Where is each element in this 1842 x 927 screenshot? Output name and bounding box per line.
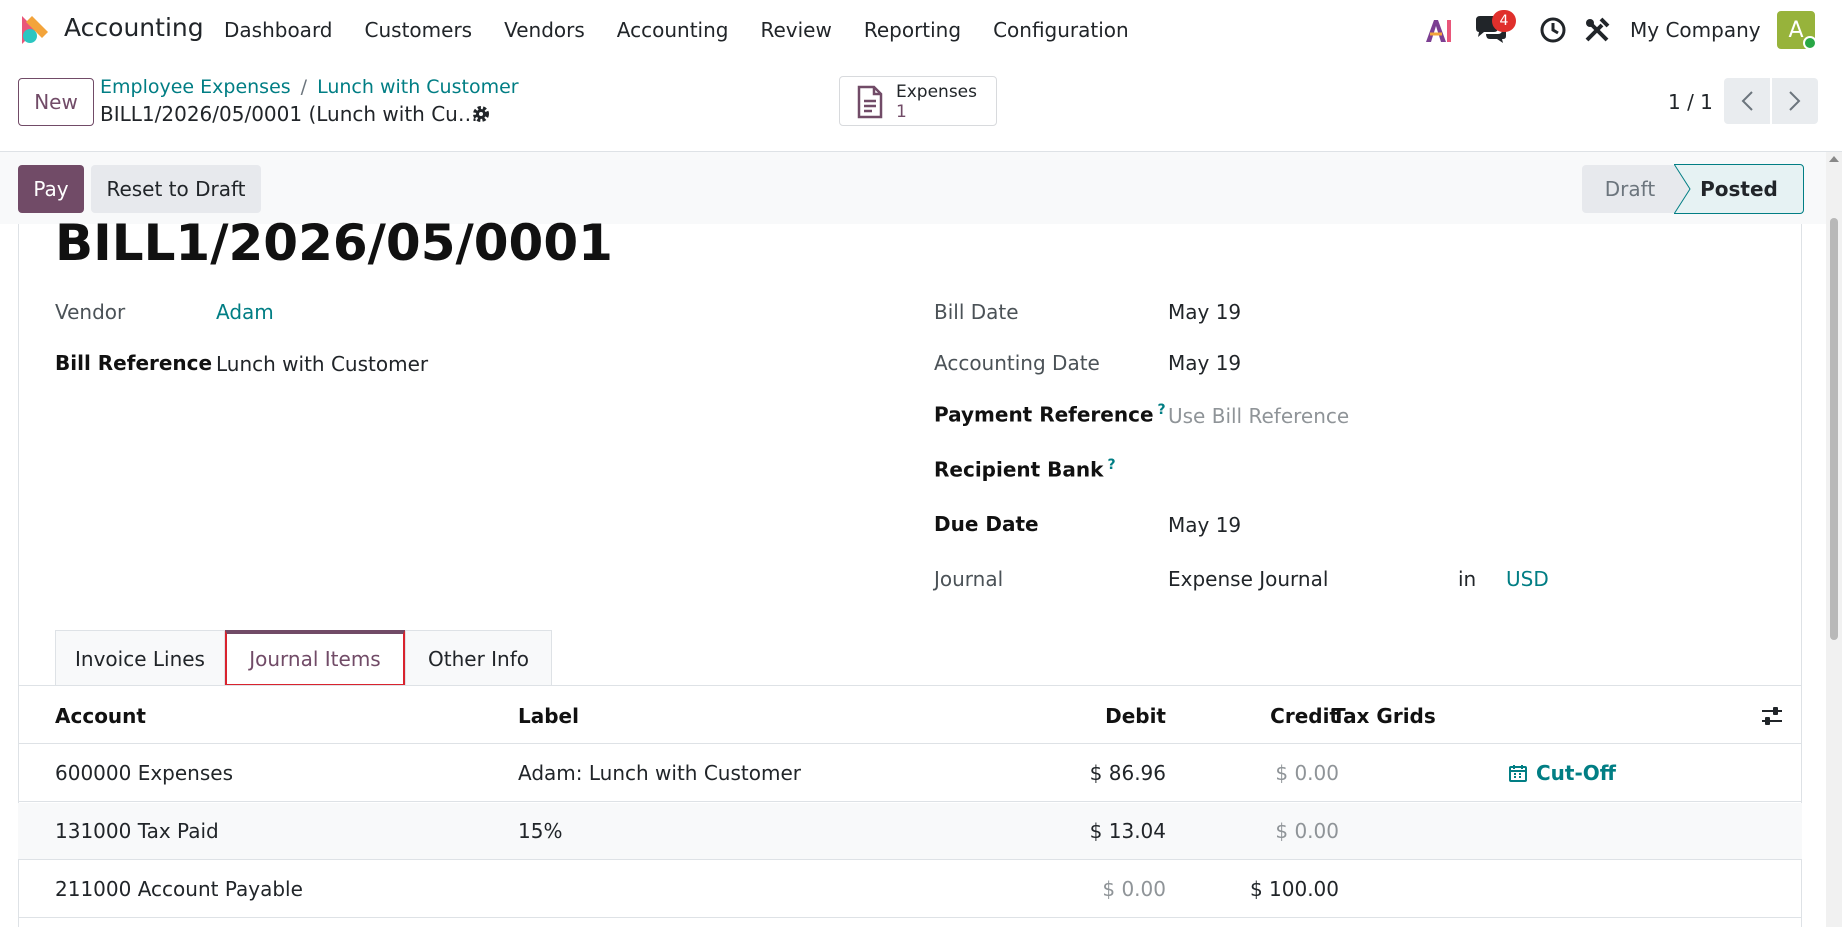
column-label[interactable]: Label — [518, 704, 579, 728]
document-icon — [857, 85, 883, 119]
sliders-icon[interactable] — [1760, 706, 1784, 726]
main-menu: Dashboard Customers Vendors Accounting R… — [224, 18, 1161, 42]
vendor-label: Vendor — [55, 300, 126, 324]
top-navbar: Accounting Dashboard Customers Vendors A… — [0, 0, 1842, 60]
notification-badge: 4 — [1492, 10, 1516, 32]
online-status-dot — [1803, 36, 1817, 50]
row-account: 131000 Tax Paid — [55, 819, 219, 843]
app-name[interactable]: Accounting — [64, 13, 204, 42]
payment-reference-label: Payment Reference? — [934, 402, 1166, 427]
column-tax-grids[interactable]: Tax Grids — [1332, 704, 1436, 728]
due-date-label: Due Date — [934, 512, 1039, 536]
breadcrumb-lunch-with-customer[interactable]: Lunch with Customer — [317, 76, 519, 98]
recipient-bank-field[interactable] — [1168, 457, 1668, 483]
payment-reference-field[interactable]: Use Bill Reference — [1168, 404, 1349, 428]
calendar-icon — [1509, 765, 1527, 782]
table-row[interactable]: 600000 Expenses Adam: Lunch with Custome… — [18, 745, 1802, 802]
journal-field[interactable]: Expense Journal — [1168, 567, 1328, 591]
breadcrumb-separator: / — [300, 76, 308, 98]
accounting-date-label: Accounting Date — [934, 351, 1100, 375]
help-tooltip-icon[interactable]: ? — [1158, 402, 1166, 418]
help-tooltip-icon[interactable]: ? — [1107, 457, 1115, 473]
pager-value[interactable]: 1 / 1 — [1668, 90, 1713, 114]
table-row[interactable]: 211000 Account Payable $ 0.00 $ 100.00 — [18, 861, 1802, 918]
menu-accounting[interactable]: Accounting — [617, 18, 729, 42]
smart-button-label: Expenses — [896, 82, 977, 102]
pager-previous-button[interactable] — [1724, 78, 1770, 124]
row-credit: $ 100.00 — [1249, 877, 1339, 901]
chevron-right-icon — [1789, 91, 1801, 111]
currency-field[interactable]: USD — [1506, 567, 1549, 591]
bill-reference-field[interactable]: Lunch with Customer — [216, 352, 428, 376]
bill-date-label: Bill Date — [934, 300, 1019, 324]
menu-review[interactable]: Review — [760, 18, 831, 42]
breadcrumb-employee-expenses[interactable]: Employee Expenses — [100, 76, 291, 98]
vendor-field[interactable]: Adam — [216, 300, 274, 324]
tab-other-info[interactable]: Other Info — [405, 630, 552, 686]
menu-reporting[interactable]: Reporting — [864, 18, 961, 42]
row-account: 600000 Expenses — [55, 761, 233, 785]
pager-next-button[interactable] — [1772, 78, 1818, 124]
scroll-up-icon[interactable] — [1829, 156, 1839, 162]
row-credit: $ 0.00 — [1275, 761, 1339, 785]
cut-off-label: Cut-Off — [1536, 761, 1616, 785]
cut-off-button[interactable]: Cut-Off — [1508, 761, 1616, 785]
bill-reference-label: Bill Reference — [55, 351, 213, 375]
accounting-app-icon[interactable] — [18, 14, 50, 46]
journal-in-label: in — [1458, 567, 1477, 591]
row-debit: $ 0.00 — [1102, 877, 1166, 901]
stage-posted[interactable]: Posted — [1674, 164, 1804, 214]
row-credit: $ 0.00 — [1275, 819, 1339, 843]
company-switcher[interactable]: My Company — [1630, 18, 1761, 42]
row-debit: $ 13.04 — [1089, 819, 1166, 843]
recipient-bank-label: Recipient Bank? — [934, 457, 1116, 482]
column-debit[interactable]: Debit — [1105, 704, 1166, 728]
accounting-date-field[interactable]: May 19 — [1168, 351, 1241, 375]
stage-draft[interactable]: Draft — [1582, 165, 1678, 213]
journal-items-header: Account Label Debit Credit Tax Grids — [18, 686, 1802, 744]
tools-icon[interactable] — [1582, 15, 1612, 45]
menu-configuration[interactable]: Configuration — [993, 18, 1129, 42]
control-panel: New Employee Expenses / Lunch with Custome… — [0, 60, 1842, 152]
due-date-field[interactable]: May 19 — [1168, 513, 1241, 537]
menu-customers[interactable]: Customers — [365, 18, 473, 42]
tab-invoice-lines[interactable]: Invoice Lines — [55, 630, 225, 686]
new-button[interactable]: New — [18, 78, 94, 126]
ai-icon[interactable] — [1424, 16, 1452, 44]
bill-title: BILL1/2026/05/0001 — [55, 214, 613, 272]
gear-icon[interactable] — [471, 104, 491, 124]
clock-icon[interactable] — [1538, 15, 1568, 45]
menu-vendors[interactable]: Vendors — [504, 18, 585, 42]
row-account: 211000 Account Payable — [55, 877, 303, 901]
row-label: Adam: Lunch with Customer — [518, 761, 801, 785]
tab-journal-items[interactable]: Journal Items — [225, 630, 405, 686]
journal-label: Journal — [934, 567, 1004, 591]
scrollbar-thumb[interactable] — [1830, 218, 1838, 640]
reset-to-draft-button[interactable]: Reset to Draft — [91, 165, 261, 213]
pay-button[interactable]: Pay — [18, 165, 84, 213]
chevron-left-icon — [1741, 91, 1753, 111]
menu-dashboard[interactable]: Dashboard — [224, 18, 333, 42]
smart-button-count: 1 — [896, 102, 907, 122]
column-credit[interactable]: Credit — [1270, 704, 1339, 728]
row-debit: $ 86.96 — [1089, 761, 1166, 785]
breadcrumb: Employee Expenses / Lunch with Customer — [100, 76, 519, 98]
bill-date-field[interactable]: May 19 — [1168, 300, 1241, 324]
stage-arrow-icon — [1674, 164, 1691, 214]
row-label: 15% — [518, 819, 563, 843]
column-account[interactable]: Account — [55, 704, 146, 728]
expenses-smart-button[interactable]: Expenses 1 — [839, 76, 997, 126]
record-name: BILL1/2026/05/0001 (Lunch with Cu… — [100, 102, 478, 126]
table-row[interactable]: 131000 Tax Paid 15% $ 13.04 $ 0.00 — [18, 803, 1802, 860]
